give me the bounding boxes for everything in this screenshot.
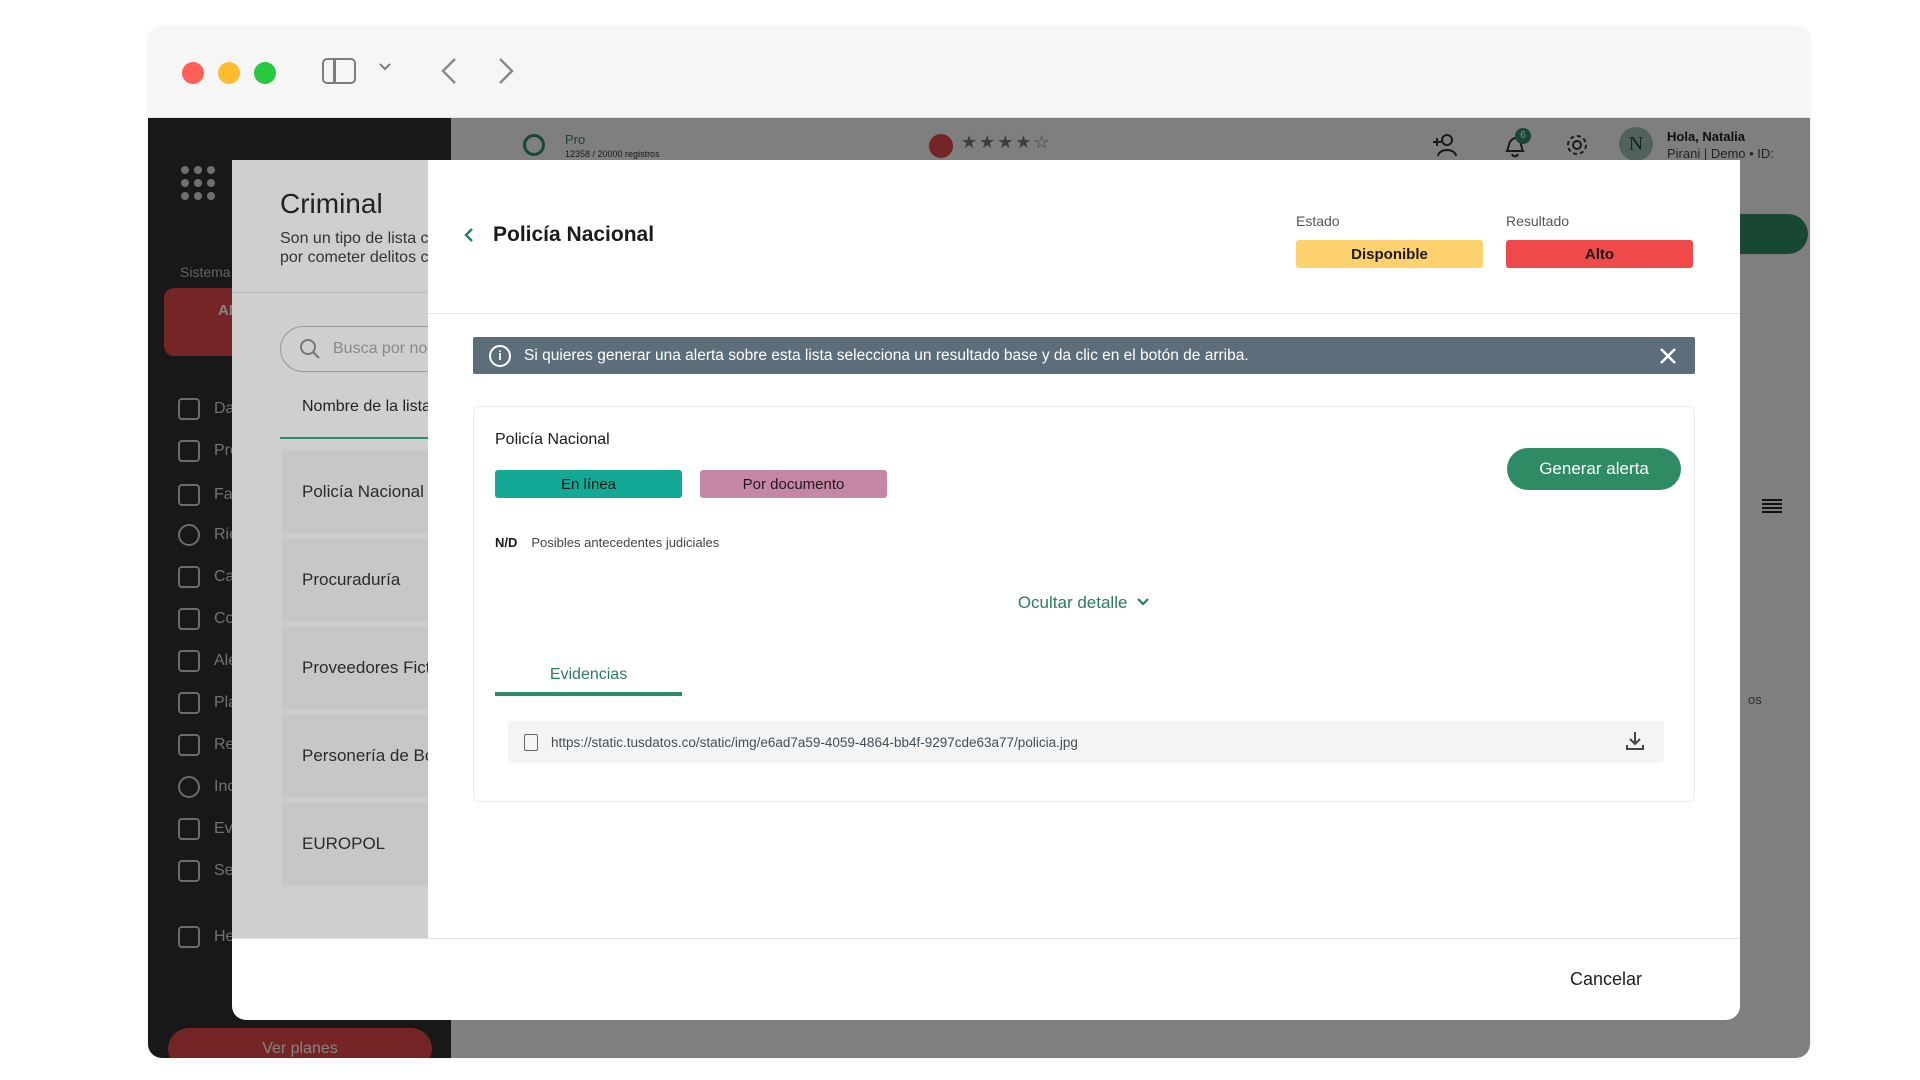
close-icon[interactable]: [1659, 342, 1677, 371]
minimize-window-button[interactable]: [218, 62, 240, 84]
result-badge: Alto: [1506, 240, 1693, 268]
evidence-file-row[interactable]: https://static.tusdatos.co/static/img/e6…: [508, 721, 1664, 763]
cancel-button[interactable]: Cancelar: [1570, 969, 1642, 990]
list-item[interactable]: Personería de Bo: [282, 714, 428, 798]
info-banner-text: Si quieres generar una alerta sobre esta…: [524, 346, 1249, 364]
result-card: Policía Nacional En línea Por documento …: [473, 406, 1695, 802]
chevron-left-icon: [464, 228, 473, 242]
chevron-down-icon[interactable]: [378, 60, 392, 79]
result-row: N/D Posibles antecedentes judiciales: [495, 535, 719, 550]
list-item[interactable]: Proveedores Fict: [282, 626, 428, 710]
panel-title: Criminal: [280, 188, 383, 219]
result-label: Resultado: [1506, 213, 1570, 229]
sidebar-toggle-icon[interactable]: [322, 58, 356, 84]
download-icon[interactable]: [1624, 730, 1646, 752]
lists-panel: Criminal Son un tipo de lista c por come…: [232, 160, 428, 938]
status-badge: Disponible: [1296, 240, 1483, 268]
chevron-down-icon: [1137, 598, 1149, 606]
result-code: N/D: [495, 535, 518, 550]
tab-evidence[interactable]: Evidencias: [495, 662, 682, 696]
search-field[interactable]: Busca por no: [280, 326, 428, 372]
forward-nav-icon[interactable]: [496, 56, 516, 91]
card-title: Policía Nacional: [495, 431, 610, 448]
back-button[interactable]: [462, 225, 482, 249]
toggle-detail-link[interactable]: Ocultar detalle: [474, 593, 1694, 613]
panel-description-line2: por cometer delitos c: [280, 249, 428, 266]
close-window-button[interactable]: [182, 62, 204, 84]
column-header: Nombre de la lista: [302, 398, 428, 415]
dialog-title: Policía Nacional: [493, 223, 655, 246]
status-label: Estado: [1296, 213, 1340, 229]
file-url[interactable]: https://static.tusdatos.co/static/img/e6…: [551, 735, 1078, 750]
search-icon: [300, 339, 320, 359]
document-tag: Por documento: [700, 470, 887, 498]
list-item[interactable]: EUROPOL: [282, 802, 428, 886]
dialog-header: Policía Nacional Estado Disponible Resul…: [428, 160, 1740, 314]
column-header-underline: [280, 437, 428, 439]
list-item[interactable]: Policía Nacional: [282, 450, 428, 534]
maximize-window-button[interactable]: [254, 62, 276, 84]
search-input[interactable]: Busca por no: [333, 340, 427, 358]
info-icon: i: [489, 344, 511, 367]
online-tag: En línea: [495, 470, 682, 498]
window-titlebar: [148, 27, 1810, 118]
panel-description-line1: Son un tipo de lista c: [280, 230, 428, 247]
list-item[interactable]: Procuraduría: [282, 538, 428, 622]
result-description: Posibles antecedentes judiciales: [531, 535, 720, 550]
panel-divider: [232, 292, 428, 293]
list-detail-dialog: Policía Nacional Estado Disponible Resul…: [428, 160, 1740, 938]
generate-alert-button[interactable]: Generar alerta: [1507, 448, 1681, 490]
back-nav-icon[interactable]: [439, 56, 459, 91]
dialog-footer: Cancelar: [232, 938, 1740, 1020]
info-banner: i Si quieres generar una alerta sobre es…: [473, 337, 1695, 374]
file-icon: [524, 733, 538, 751]
